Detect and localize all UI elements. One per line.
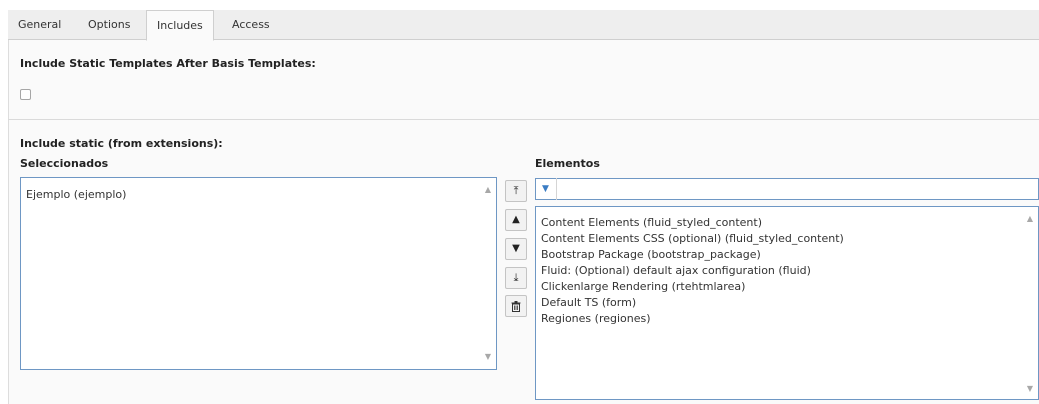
include-static-label: Include static (from extensions): bbox=[20, 137, 223, 150]
tab-general[interactable]: General bbox=[8, 10, 71, 40]
available-heading: Elementos bbox=[535, 157, 600, 170]
tab-includes[interactable]: Includes bbox=[146, 10, 214, 41]
scroll-up-icon[interactable]: ▲ bbox=[1027, 215, 1033, 223]
move-top-icon: ⤒ bbox=[513, 184, 519, 197]
section-divider bbox=[8, 119, 1039, 120]
filter-icon: ▼ bbox=[535, 178, 557, 200]
move-up-icon: ▲ bbox=[512, 214, 520, 225]
move-bottom-icon: ⤓ bbox=[513, 271, 519, 284]
move-up-button[interactable]: ▲ bbox=[505, 209, 527, 231]
filter-input[interactable] bbox=[558, 179, 1036, 199]
trash-icon bbox=[511, 301, 521, 312]
list-item[interactable]: Content Elements CSS (optional) (fluid_s… bbox=[541, 231, 844, 246]
scroll-up-icon[interactable]: ▲ bbox=[485, 186, 491, 194]
remove-button[interactable] bbox=[505, 295, 527, 317]
include-static-after-basis-checkbox[interactable] bbox=[20, 89, 31, 100]
tab-access[interactable]: Access bbox=[222, 10, 280, 40]
selected-list[interactable]: Ejemplo (ejemplo) ▲ ▼ bbox=[20, 177, 497, 370]
move-to-bottom-button[interactable]: ⤓ bbox=[505, 267, 527, 289]
available-list[interactable]: Content Elements (fluid_styled_content) … bbox=[535, 206, 1039, 400]
move-down-button[interactable]: ▼ bbox=[505, 238, 527, 260]
selected-heading: Seleccionados bbox=[20, 157, 109, 170]
list-item[interactable]: Regiones (regiones) bbox=[541, 311, 651, 326]
tab-bar: General Options Includes Access bbox=[8, 10, 1039, 41]
tab-options[interactable]: Options bbox=[78, 10, 140, 40]
list-item[interactable]: Ejemplo (ejemplo) bbox=[26, 187, 126, 202]
list-item[interactable]: Fluid: (Optional) default ajax configura… bbox=[541, 263, 811, 278]
list-item[interactable]: Content Elements (fluid_styled_content) bbox=[541, 215, 762, 230]
move-down-icon: ▼ bbox=[512, 243, 520, 254]
include-static-after-basis-label: Include Static Templates After Basis Tem… bbox=[20, 57, 316, 70]
list-item[interactable]: Bootstrap Package (bootstrap_package) bbox=[541, 247, 761, 262]
list-item[interactable]: Default TS (form) bbox=[541, 295, 636, 310]
scroll-down-icon[interactable]: ▼ bbox=[485, 353, 491, 361]
move-to-top-button[interactable]: ⤒ bbox=[505, 180, 527, 202]
scroll-down-icon[interactable]: ▼ bbox=[1027, 385, 1033, 393]
move-controls: ⤒ ▲ ▼ ⤓ bbox=[505, 180, 527, 320]
list-item[interactable]: Clickenlarge Rendering (rtehtmlarea) bbox=[541, 279, 745, 294]
